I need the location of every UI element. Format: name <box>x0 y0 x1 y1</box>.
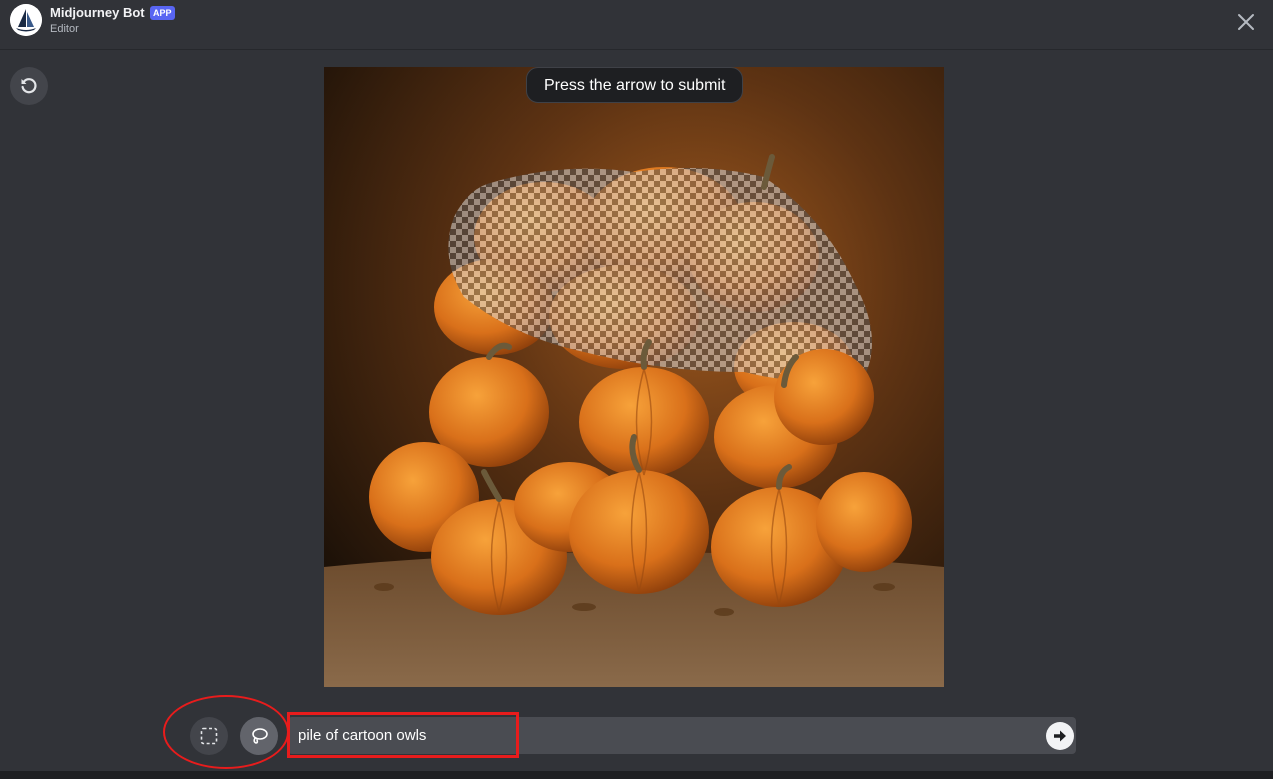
bot-avatar[interactable] <box>10 4 42 36</box>
rotate-ccw-icon <box>21 78 37 94</box>
prompt-input[interactable] <box>298 722 998 748</box>
close-button[interactable] <box>1233 9 1259 35</box>
rectangle-select-button[interactable] <box>190 717 228 755</box>
app-badge: APP <box>150 6 175 20</box>
editor-header: Midjourney Bot APP Editor <box>0 0 1273 50</box>
bot-name[interactable]: Midjourney Bot <box>50 5 145 20</box>
lasso-select-button[interactable] <box>240 717 278 755</box>
editor-window: Midjourney Bot APP Editor Press the arro… <box>0 0 1273 779</box>
sailboat-icon <box>10 4 42 36</box>
rectangle-select-icon <box>200 727 218 745</box>
editor-subtitle: Editor <box>50 23 79 35</box>
image-canvas[interactable] <box>324 67 944 687</box>
bottom-edge <box>0 771 1273 779</box>
lasso-icon <box>252 728 268 744</box>
pumpkin-image <box>324 67 944 687</box>
arrow-right-icon <box>1054 730 1066 742</box>
submit-button[interactable] <box>1046 722 1074 750</box>
reset-button[interactable] <box>10 67 48 105</box>
close-icon <box>1238 14 1254 30</box>
submit-hint-tooltip: Press the arrow to submit <box>526 67 744 103</box>
